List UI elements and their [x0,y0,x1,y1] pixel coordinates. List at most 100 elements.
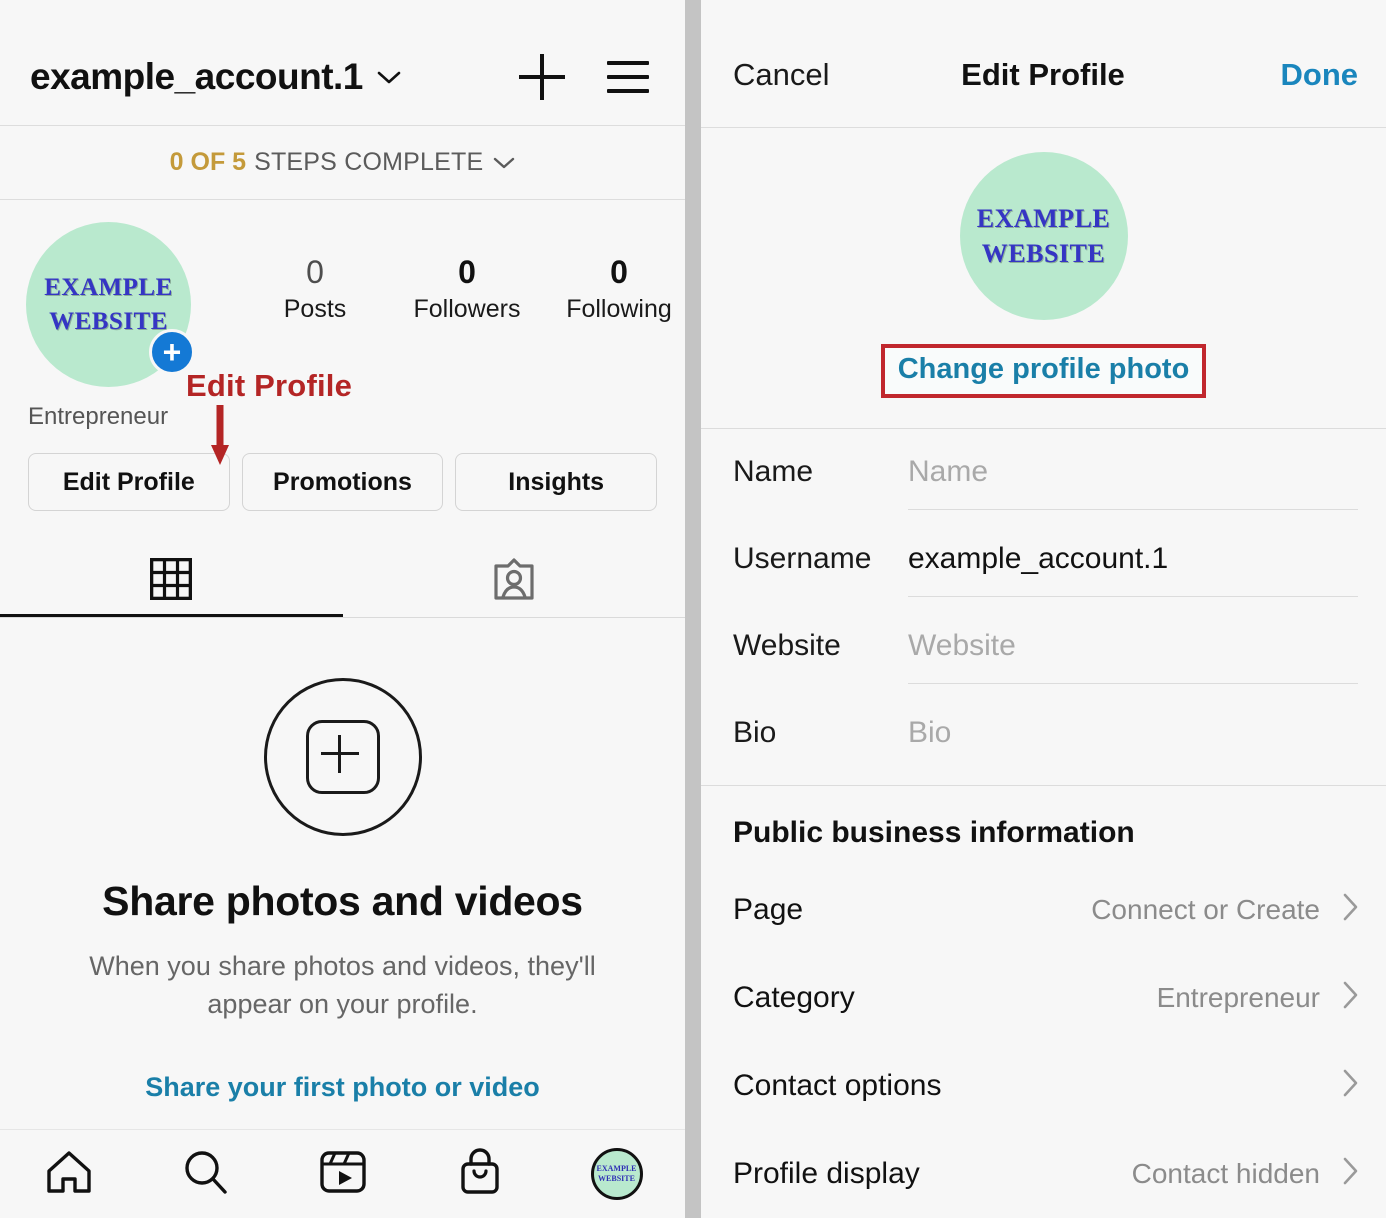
steps-progress-bar[interactable]: 0 OF 5 STEPS COMPLETE [0,126,685,200]
hamburger-menu-icon[interactable] [607,60,649,93]
promotions-button[interactable]: Promotions [241,453,444,511]
nav-home[interactable] [0,1149,137,1200]
reels-icon [319,1149,366,1200]
row-category-value: Entrepreneur [1156,982,1320,1013]
edit-profile-screen: Cancel Edit Profile Done EXAMPLE WEBSITE… [701,0,1386,1218]
field-bio-label: Bio [733,716,777,749]
profile-row: EXAMPLE WEBSITE + 0 Posts 0 Followers 0 … [0,222,685,387]
profile-avatar[interactable]: EXAMPLE WEBSITE + [26,222,195,387]
website-input[interactable]: Website [908,603,1358,684]
profile-action-buttons: Edit Profile Promotions Insights [0,431,685,511]
field-username-label: Username [733,542,872,575]
profile-summary: EXAMPLE WEBSITE + 0 Posts 0 Followers 0 … [0,200,685,465]
profile-avatar-icon: EXAMPLE WEBSITE [590,1148,643,1200]
row-profile-display-value: Contact hidden [1131,1158,1320,1189]
stat-posts[interactable]: 0 Posts [239,254,391,324]
profile-tabs [0,545,685,617]
avatar-line-2: WEBSITE [49,307,168,335]
change-profile-photo-link[interactable]: Change profile photo [880,344,1207,398]
chevron-down-icon [377,71,401,90]
chevron-right-icon [1342,1156,1360,1192]
profile-screen: example_account.1 0 OF 5 STEPS COMPLETE [0,0,685,1218]
panel-divider [685,0,701,1218]
edit-avatar-line-1: EXAMPLE [976,203,1111,233]
row-category[interactable]: Category Entrepreneur [701,954,1386,1042]
tab-tagged[interactable] [343,545,686,617]
field-website[interactable]: Website Website [701,603,1386,690]
field-name[interactable]: Name Name [701,429,1386,516]
edit-profile-button[interactable]: Edit Profile [28,453,230,511]
stat-following[interactable]: 0 Following [543,254,685,324]
username-input[interactable]: example_account.1 [908,516,1358,597]
done-button[interactable]: Done [1281,57,1359,93]
empty-state-title: Share photos and videos [102,878,583,924]
plus-square-shape [305,720,380,794]
nav-profile[interactable]: EXAMPLE WEBSITE [548,1148,685,1200]
search-icon [182,1148,230,1201]
insights-button[interactable]: Insights [455,453,658,511]
name-input[interactable]: Name [908,429,1358,510]
stat-followers[interactable]: 0 Followers [391,254,543,324]
annotation-edit-profile-label: Edit Profile [186,368,353,403]
field-bio[interactable]: Bio Bio [701,690,1386,777]
field-website-label: Website [733,629,841,662]
avatar-line-1: EXAMPLE [44,273,173,301]
page-title: Edit Profile [961,56,1125,92]
home-icon [45,1149,93,1200]
row-profile-display[interactable]: Profile display Contact hidden [701,1130,1386,1218]
stat-following-label: Following [566,294,672,323]
nav-reels[interactable] [274,1149,411,1200]
row-page[interactable]: Page Connect or Create [701,866,1386,954]
nav-avatar-line-1: EXAMPLE [596,1164,637,1173]
stat-posts-label: Posts [283,294,347,323]
field-name-label: Name [733,455,814,488]
nav-search[interactable] [137,1148,274,1201]
public-business-information-section: Public business information Page Connect… [701,786,1386,1218]
plus-icon[interactable] [519,53,565,100]
account-username: example_account.1 [30,55,363,97]
steps-count: 0 OF 5 [169,148,247,176]
status-bar-strip [0,0,685,28]
nav-avatar-line-2: WEBSITE [598,1174,635,1183]
row-page-label: Page [733,893,804,926]
profile-form: Name Name Username example_account.1 Web… [701,429,1386,786]
account-switcher[interactable]: example_account.1 [30,56,401,98]
shop-bag-icon [458,1147,502,1201]
steps-label: STEPS COMPLETE [254,148,484,176]
profile-category: Entrepreneur [28,403,169,430]
share-first-photo-link[interactable]: Share your first photo or video [0,1072,685,1103]
field-username[interactable]: Username example_account.1 [701,516,1386,603]
tagged-person-icon [492,557,536,606]
edit-avatar-image[interactable]: EXAMPLE WEBSITE [959,152,1128,320]
profile-photo-section: EXAMPLE WEBSITE Change profile photo [701,128,1386,429]
tab-grid[interactable] [0,545,343,617]
stat-following-value: 0 [610,254,628,290]
chevron-right-icon [1342,980,1360,1016]
row-category-label: Category [733,981,855,1014]
nav-shop[interactable] [411,1147,548,1201]
stat-followers-value: 0 [458,254,476,290]
profile-stats: 0 Posts 0 Followers 0 Following [239,254,685,324]
edit-profile-header: Cancel Edit Profile Done [701,22,1386,128]
bottom-navigation-bar: EXAMPLE WEBSITE [0,1129,685,1218]
chevron-down-icon [493,148,515,177]
edit-avatar-line-2: WEBSITE [981,239,1106,268]
bio-input[interactable]: Bio [908,690,1358,770]
plus-in-circle-icon[interactable] [263,678,422,836]
chevron-right-icon [1342,892,1360,928]
section-title: Public business information [733,816,1135,849]
down-arrow-icon [208,405,232,467]
row-contact-options[interactable]: Contact options [701,1042,1386,1130]
active-tab-indicator [0,614,343,617]
row-page-value: Connect or Create [1091,894,1320,925]
row-contact-options-label: Contact options [733,1069,942,1102]
chevron-right-icon [1342,1068,1360,1104]
status-bar-strip-right [701,0,1386,22]
dual-phone-screenshot: example_account.1 0 OF 5 STEPS COMPLETE [0,0,1386,1218]
row-profile-display-label: Profile display [733,1157,920,1190]
grid-icon [149,557,193,605]
profile-header: example_account.1 [0,28,685,126]
stat-posts-value: 0 [306,254,324,290]
empty-state-subtitle: When you share photos and videos, they'l… [89,951,596,1020]
empty-state: Share photos and videos When you share p… [0,618,685,1103]
